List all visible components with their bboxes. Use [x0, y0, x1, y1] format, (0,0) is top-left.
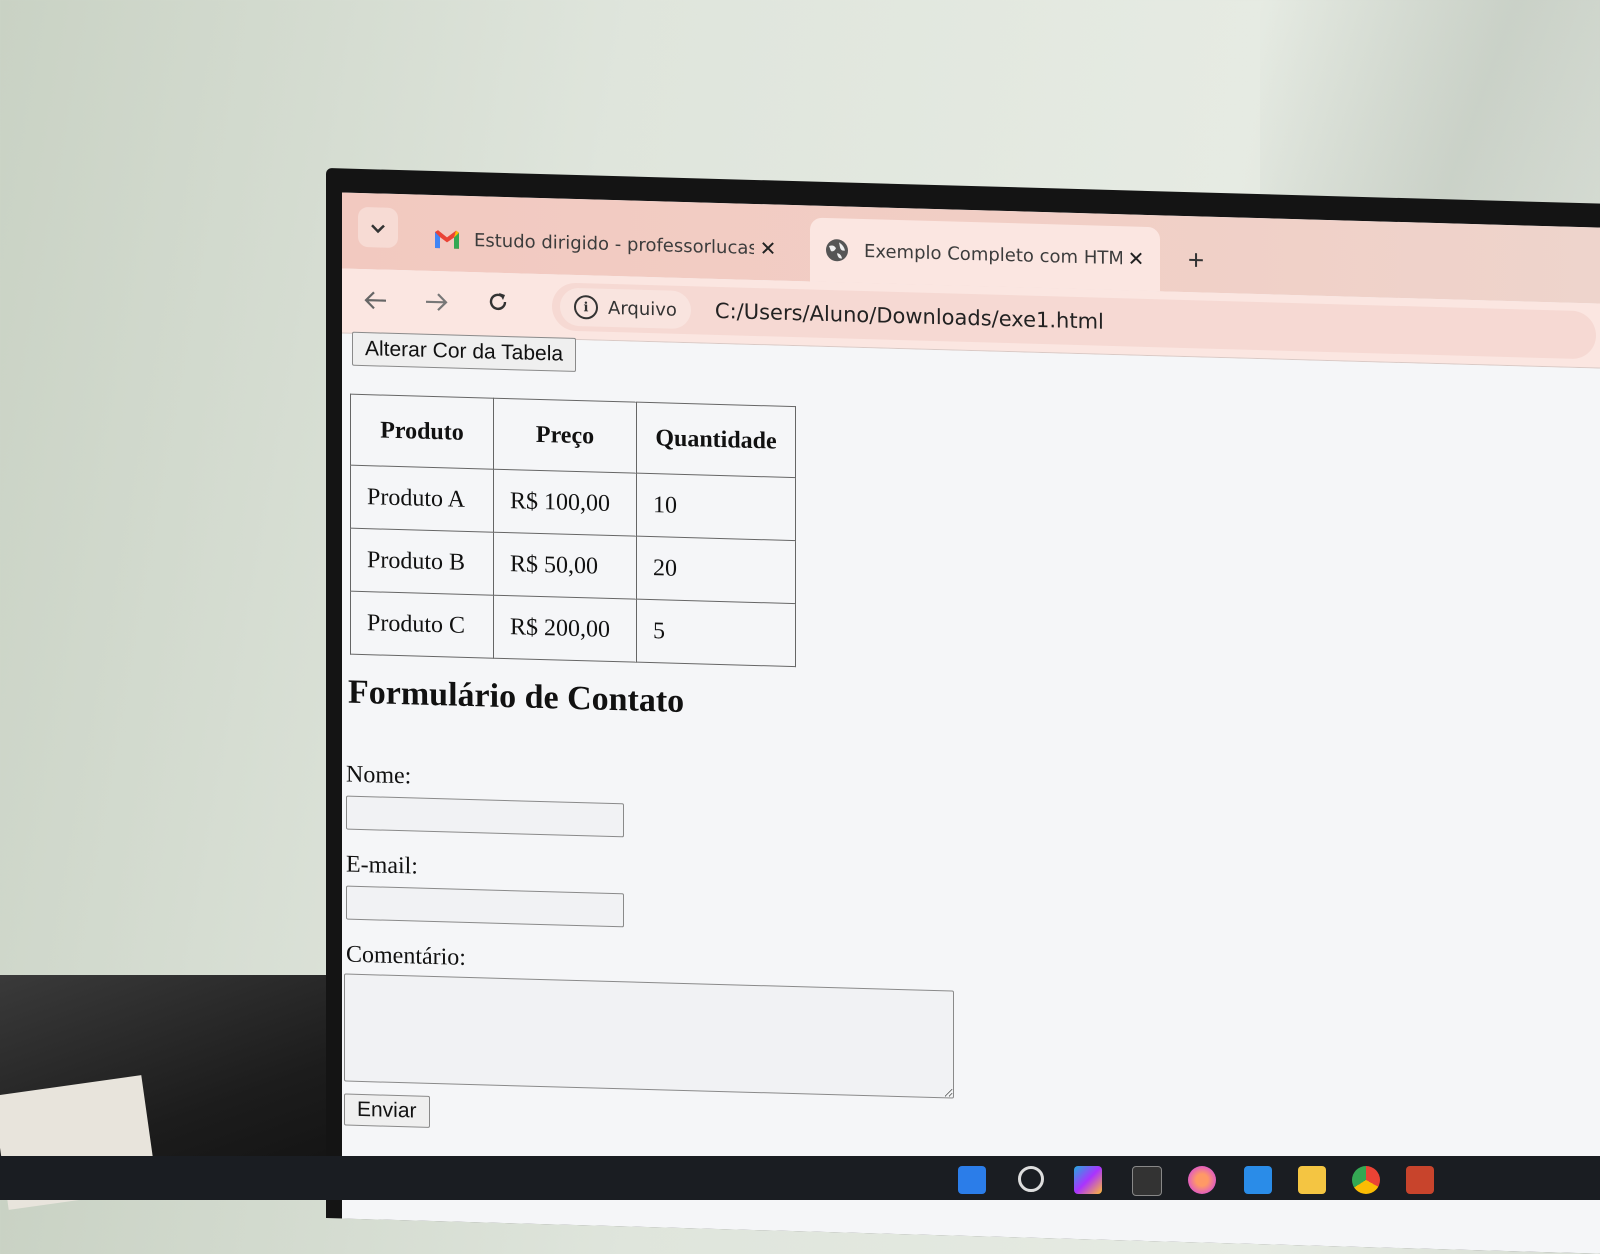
tab-search-button[interactable] — [358, 206, 398, 249]
arrow-right-icon — [424, 288, 448, 319]
gmail-icon — [434, 226, 460, 253]
vscode-icon[interactable] — [1244, 1166, 1272, 1194]
tab-estudo-dirigido[interactable]: Estudo dirigido - professorlucas.sc ✕ — [420, 207, 792, 281]
arrow-left-icon — [364, 286, 388, 317]
tab-title: Estudo dirigido - professorlucas.sc — [474, 229, 754, 259]
table-cell: 20 — [636, 536, 796, 604]
column-header-preco: Preço — [493, 398, 637, 474]
column-header-produto: Produto — [350, 394, 494, 470]
url-text[interactable]: C:/Users/Aluno/Downloads/exe1.html — [715, 299, 1104, 334]
terminal-icon[interactable] — [1132, 1166, 1162, 1196]
table-row: Produto C R$ 200,00 5 — [350, 591, 796, 667]
reload-icon — [486, 289, 510, 320]
close-tab-icon[interactable]: ✕ — [1122, 246, 1150, 271]
back-button[interactable] — [358, 283, 394, 320]
column-header-quantidade: Quantidade — [636, 402, 796, 478]
taskbar — [0, 1156, 1600, 1200]
table-cell: Produto B — [350, 528, 494, 596]
comment-label: Comentário: — [346, 941, 466, 971]
table-cell: 5 — [636, 599, 796, 667]
products-table: Produto Preço Quantidade Produto A R$ 10… — [350, 394, 796, 667]
table-header-row: Produto Preço Quantidade — [350, 394, 796, 478]
tab-exemplo-completo[interactable]: Exemplo Completo com HTML e Ja ✕ — [810, 217, 1160, 292]
change-table-color-button[interactable]: Alterar Cor da Tabela — [352, 331, 577, 372]
table-cell: Produto C — [350, 591, 494, 659]
table-cell: Produto A — [350, 465, 494, 533]
email-label: E-mail: — [346, 851, 418, 880]
new-tab-button[interactable]: + — [1178, 242, 1214, 279]
chrome-icon[interactable] — [1352, 1166, 1380, 1194]
page-content: Alterar Cor da Tabela Produto Preço Quan… — [342, 331, 1600, 1254]
reload-button[interactable] — [480, 286, 516, 323]
globe-icon — [824, 237, 850, 264]
search-icon[interactable] — [1018, 1166, 1044, 1192]
file-explorer-icon[interactable] — [1298, 1166, 1326, 1194]
screen: Estudo dirigido - professorlucas.sc ✕ Ex… — [342, 192, 1600, 1254]
tab-title: Exemplo Completo com HTML e Ja — [864, 240, 1122, 269]
table-cell: 10 — [636, 473, 796, 541]
name-input[interactable] — [346, 795, 624, 838]
powerpoint-icon[interactable] — [1406, 1166, 1434, 1194]
submit-button[interactable]: Enviar — [344, 1093, 430, 1128]
firefox-icon[interactable] — [1188, 1166, 1216, 1194]
table-cell: R$ 200,00 — [493, 595, 637, 663]
name-label: Nome: — [346, 761, 412, 790]
comment-textarea[interactable] — [344, 973, 954, 1099]
table-cell: R$ 100,00 — [493, 469, 637, 537]
info-icon: i — [574, 294, 598, 320]
form-title: Formulário de Contato — [348, 673, 685, 721]
close-tab-icon[interactable]: ✕ — [754, 236, 782, 261]
windows-start-icon[interactable] — [958, 1166, 986, 1194]
email-input[interactable] — [346, 885, 624, 928]
site-label: Arquivo — [608, 297, 677, 321]
table-cell: R$ 50,00 — [493, 532, 637, 600]
chevron-down-icon — [370, 217, 386, 238]
site-info-chip[interactable]: i Arquivo — [560, 287, 691, 330]
copilot-icon[interactable] — [1074, 1166, 1102, 1194]
forward-button[interactable] — [418, 285, 454, 322]
monitor-bezel: Estudo dirigido - professorlucas.sc ✕ Ex… — [326, 168, 1600, 1254]
